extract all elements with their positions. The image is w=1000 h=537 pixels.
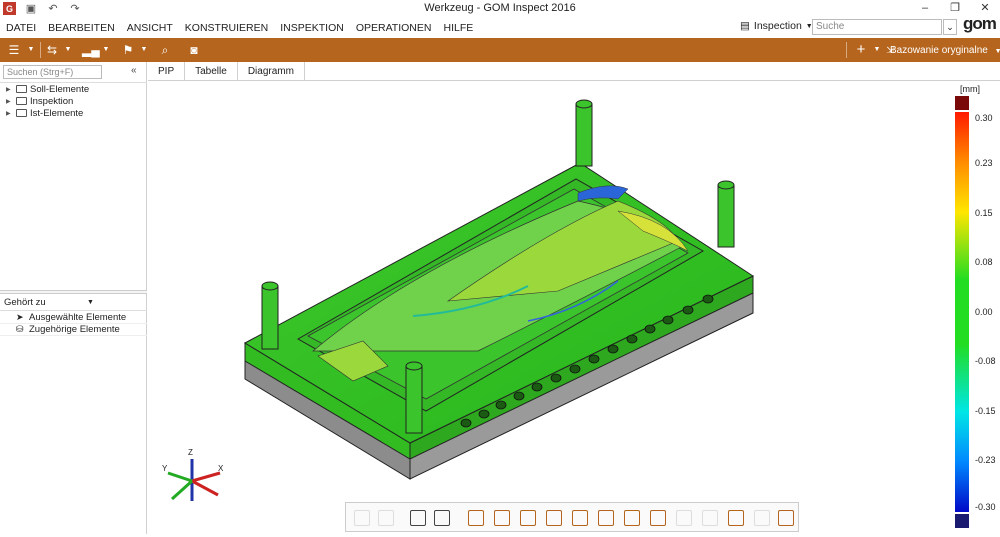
hamburger-menu-icon[interactable]: ☰: [6, 42, 22, 58]
transform-tool-icon[interactable]: [778, 510, 794, 526]
chevron-down-icon[interactable]: ▼: [873, 42, 881, 58]
axis-triad: Z X Y: [162, 448, 224, 501]
fit-view-icon[interactable]: [354, 510, 370, 526]
tab-diagramm[interactable]: Diagramm: [238, 62, 305, 80]
legend-tick: -0.15: [975, 406, 996, 416]
chevron-down-icon: ▼: [87, 299, 94, 306]
list-item[interactable]: ➤ Ausgewählte Elemente: [0, 312, 147, 324]
plane-tool-icon[interactable]: [494, 510, 510, 526]
zoom-icon[interactable]: ⌕: [157, 42, 173, 58]
tab-tabelle[interactable]: Tabelle: [185, 62, 238, 80]
menu-ansicht[interactable]: ANSICHT: [121, 22, 179, 34]
expand-icon[interactable]: ▶: [6, 98, 16, 105]
clipping-icon[interactable]: [410, 510, 426, 526]
tree-item-label: Inspektion: [30, 95, 74, 107]
chevron-down-icon[interactable]: ▼: [102, 42, 110, 58]
menu-bearbeiten[interactable]: BEARBEITEN: [42, 22, 121, 34]
folder-icon: [16, 109, 27, 117]
grid-tool-icon[interactable]: [676, 510, 692, 526]
menu-konstruieren[interactable]: KONSTRUIEREN: [179, 22, 274, 34]
select-tool-icon[interactable]: [468, 510, 484, 526]
legend-unit: [mm]: [960, 84, 980, 94]
tree-item-label: Ist-Elemente: [30, 107, 84, 119]
delete-tool-icon[interactable]: [754, 510, 770, 526]
camera-icon[interactable]: ◙: [186, 42, 202, 58]
chevron-down-icon[interactable]: ▼: [27, 42, 35, 58]
title-bar: G ▣ ↶ ↷ Werkzeug - GOM Inspect 2016 – ❐ …: [0, 0, 1000, 17]
cylinder-tool-icon[interactable]: [546, 510, 562, 526]
search-dropdown-button[interactable]: ⌄: [943, 19, 957, 35]
mold-model: Z X Y: [162, 99, 755, 501]
distance-tool-icon[interactable]: [650, 510, 666, 526]
label-tool-icon[interactable]: ⚑: [120, 42, 136, 58]
main-toolbar: ☰ ▼ ⇆ ▼ ▂▄ ▼ ⚑ ▼ ⌕ ◙ + ▼ ⇲ Bazowanie ory…: [0, 38, 1000, 62]
alignment-selector[interactable]: Bazowanie oryginalne ▼: [890, 45, 1000, 56]
y-axis-label: Y: [162, 464, 168, 473]
chevron-down-icon[interactable]: ▼: [64, 42, 72, 58]
window-title: Werkzeug - GOM Inspect 2016: [424, 2, 576, 14]
legend-tick: 0.30: [975, 113, 993, 123]
related-list: ➤ Ausgewählte Elemente ⛁ Zugehörige Elem…: [0, 312, 147, 336]
measure-tool-icon[interactable]: [702, 510, 718, 526]
gom-logo: gom: [963, 14, 997, 33]
z-axis-label: Z: [188, 448, 193, 457]
legend-tick: 0.00: [975, 307, 993, 317]
explorer-panel: Suchen (Strg+F) « ▶ Soll-Elemente ▶ Insp…: [0, 62, 147, 534]
angle-tool-icon[interactable]: [624, 510, 640, 526]
workspace-icon: ▤: [740, 20, 750, 32]
collapse-panel-icon[interactable]: «: [131, 65, 137, 76]
menu-operationen[interactable]: OPERATIONEN: [350, 22, 438, 34]
legend-tick: 0.23: [975, 158, 993, 168]
minimize-icon[interactable]: –: [910, 0, 940, 17]
diagram-tool-icon[interactable]: ▂▄: [82, 42, 100, 58]
view-toolbar: [345, 502, 799, 532]
chevron-down-icon: ▼: [994, 48, 1000, 55]
legend-tick: -0.08: [975, 356, 996, 366]
alignment-label: Bazowanie oryginalne: [890, 45, 988, 56]
surface-tool-icon[interactable]: [572, 510, 588, 526]
tree-item-label: Soll-Elemente: [30, 83, 90, 95]
check-tool-icon[interactable]: [728, 510, 744, 526]
x-axis-label: X: [218, 464, 224, 473]
workspace-selector[interactable]: ▤ Inspection ▼: [740, 20, 813, 32]
menu-inspektion[interactable]: INSPEKTION: [274, 22, 350, 34]
3d-viewport[interactable]: Z X Y: [148, 81, 1000, 534]
deviation-label-icon[interactable]: [598, 510, 614, 526]
panel-splitter[interactable]: [0, 290, 147, 294]
folder-icon: [16, 97, 27, 105]
list-item-label: Zugehörige Elemente: [29, 324, 120, 335]
alignment-tool-icon[interactable]: ⇆: [44, 42, 60, 58]
cursor-icon: ➤: [16, 312, 24, 322]
list-item[interactable]: ⛁ Zugehörige Elemente: [0, 324, 147, 336]
menu-datei[interactable]: DATEI: [0, 22, 42, 34]
legend-tick: 0.15: [975, 208, 993, 218]
legend-tick: 0.08: [975, 257, 993, 267]
chevron-down-icon[interactable]: ▼: [140, 42, 148, 58]
belongs-to-label: Gehört zu: [4, 297, 46, 308]
tree-item[interactable]: ▶ Inspektion: [0, 95, 147, 107]
color-scale-bar: [955, 96, 969, 528]
search-input[interactable]: Suche: [812, 19, 942, 35]
expand-icon[interactable]: ▶: [6, 86, 16, 93]
legend-tick: -0.30: [975, 502, 996, 512]
folder-icon: [16, 85, 27, 93]
hierarchy-icon: ⛁: [16, 324, 24, 334]
element-tree: ▶ Soll-Elemente ▶ Inspektion ▶ Ist-Eleme…: [0, 82, 147, 119]
workspace-label: Inspection: [753, 20, 802, 32]
menu-hilfe[interactable]: HILFE: [437, 22, 479, 34]
section-view-icon[interactable]: [378, 510, 394, 526]
tab-pip[interactable]: PIP: [148, 62, 186, 80]
legend-tick: -0.23: [975, 455, 996, 465]
expand-icon[interactable]: ▶: [6, 110, 16, 117]
belongs-to-selector[interactable]: Gehört zu ▼: [0, 296, 147, 311]
view-tabs: PIP Tabelle Diagramm: [148, 62, 1000, 81]
list-item-label: Ausgewählte Elemente: [29, 312, 127, 323]
split-view-icon[interactable]: [434, 510, 450, 526]
tree-item[interactable]: ▶ Soll-Elemente: [0, 83, 147, 95]
add-icon[interactable]: +: [853, 42, 869, 58]
tree-item[interactable]: ▶ Ist-Elemente: [0, 107, 147, 119]
explorer-search-input[interactable]: Suchen (Strg+F): [3, 65, 102, 79]
point-tool-icon[interactable]: [520, 510, 536, 526]
